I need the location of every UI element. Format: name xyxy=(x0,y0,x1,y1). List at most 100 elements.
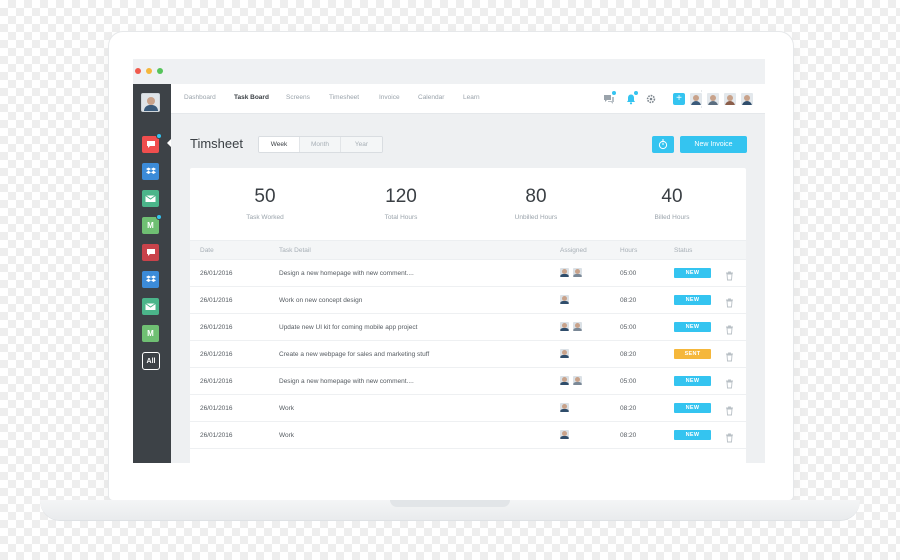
assignee-avatar[interactable] xyxy=(560,268,569,277)
column-header-task-detail: Task Detail xyxy=(279,247,311,254)
minimize-window-button[interactable] xyxy=(146,68,152,74)
trash-icon[interactable] xyxy=(725,322,734,335)
table-row[interactable]: 26/01/2016 Design a new homepage with new… xyxy=(190,260,746,287)
tab-week[interactable]: Week xyxy=(259,137,300,152)
table-row[interactable]: 26/01/2016 Design a new homepage with new… xyxy=(190,368,746,395)
row-date: 26/01/2016 xyxy=(200,270,233,277)
trash-icon[interactable] xyxy=(725,376,734,389)
gmail-app-icon[interactable] xyxy=(142,298,159,315)
trash-icon-graphic xyxy=(726,433,733,443)
trash-icon-graphic xyxy=(726,352,733,362)
chat-glyph xyxy=(146,141,155,148)
dropbox-glyph xyxy=(145,167,156,174)
assignee-avatar[interactable] xyxy=(560,376,569,385)
row-task-detail: Update new UI kit for coming mobile app … xyxy=(279,324,418,331)
trash-icon[interactable] xyxy=(725,403,734,416)
row-date: 26/01/2016 xyxy=(200,432,233,439)
all-apps-button[interactable]: All xyxy=(142,352,160,370)
avatar-shirt xyxy=(573,382,582,385)
user-avatar[interactable] xyxy=(141,93,160,112)
team-avatar[interactable] xyxy=(723,92,737,106)
assignee-avatar[interactable] xyxy=(560,430,569,439)
gear-icon[interactable] xyxy=(645,92,657,104)
row-assignees xyxy=(560,403,573,412)
nav-item-dashboard[interactable]: Dashboard xyxy=(184,94,216,101)
table-row[interactable]: 26/01/2016 Update new UI kit for coming m… xyxy=(190,314,746,341)
avatar-shirt xyxy=(560,436,569,439)
team-avatar[interactable] xyxy=(740,92,754,106)
app-sidebar: M M All xyxy=(133,84,171,463)
row-hours: 08:20 xyxy=(620,432,637,439)
assignee-avatar[interactable] xyxy=(560,295,569,304)
assignee-avatar[interactable] xyxy=(560,403,569,412)
nav-item-screens[interactable]: Screens xyxy=(286,94,310,101)
avatar-shirt xyxy=(560,274,569,277)
trash-icon[interactable] xyxy=(725,349,734,362)
chat-app-icon[interactable] xyxy=(142,133,162,153)
nav-item-invoice[interactable]: Invoice xyxy=(379,94,400,101)
row-task-detail: Design a new homepage with new comment..… xyxy=(279,378,414,385)
row-task-detail: Design a new homepage with new comment..… xyxy=(279,270,414,277)
avatar-shirt xyxy=(560,355,569,358)
dropbox-app-icon[interactable] xyxy=(142,271,159,288)
table-row[interactable]: 26/01/2016 Work 08:20 NEW xyxy=(190,395,746,422)
trash-icon[interactable] xyxy=(725,268,734,281)
stat-value: 50 xyxy=(254,186,276,207)
nav-item-learn[interactable]: Learn xyxy=(463,94,480,101)
table-row[interactable]: 26/01/2016 Work 08:20 NEW xyxy=(190,422,746,449)
assignee-avatar[interactable] xyxy=(573,268,582,277)
nav-item-task-board[interactable]: Task Board xyxy=(234,94,269,101)
m-app-icon[interactable]: M xyxy=(142,214,162,234)
status-badge[interactable]: NEW xyxy=(674,430,711,440)
trash-icon-graphic xyxy=(726,271,733,281)
status-badge[interactable]: NEW xyxy=(674,268,711,278)
status-badge[interactable]: NEW xyxy=(674,403,711,413)
row-assignees xyxy=(560,295,573,304)
chat-app-icon[interactable] xyxy=(142,244,159,261)
assignee-avatar[interactable] xyxy=(573,376,582,385)
row-task-detail: Work on new concept design xyxy=(279,297,363,304)
assignee-avatar[interactable] xyxy=(560,322,569,331)
add-member-button[interactable]: + xyxy=(673,93,685,105)
table-header: Date Task Detail Assigned Hours Status xyxy=(190,240,746,260)
trash-icon-graphic xyxy=(726,406,733,416)
trash-icon[interactable] xyxy=(725,430,734,443)
tab-month[interactable]: Month xyxy=(300,137,341,152)
team-avatar[interactable] xyxy=(689,92,703,106)
avatar-shirt xyxy=(560,409,569,412)
avatar-shirt xyxy=(708,101,718,105)
row-task-detail: Work xyxy=(279,405,295,412)
assignee-avatar[interactable] xyxy=(560,349,569,358)
maximize-window-button[interactable] xyxy=(157,68,163,74)
mail-glyph xyxy=(145,195,156,202)
table-row[interactable]: 26/01/2016 Create a new webpage for sales… xyxy=(190,341,746,368)
status-badge[interactable]: NEW xyxy=(674,376,711,386)
close-window-button[interactable] xyxy=(135,68,141,74)
dropbox-glyph xyxy=(145,275,156,282)
row-task-detail: Create a new webpage for sales and marke… xyxy=(279,351,430,358)
trash-icon[interactable] xyxy=(725,295,734,308)
trash-icon-graphic xyxy=(726,325,733,335)
messages-icon[interactable] xyxy=(603,91,616,104)
team-avatar[interactable] xyxy=(706,92,720,106)
column-header-assigned: Assigned xyxy=(560,247,587,254)
nav-item-timesheet[interactable]: Timesheet xyxy=(329,94,359,101)
table-row[interactable]: 26/01/2016 Work on new concept design 08:2… xyxy=(190,287,746,314)
new-invoice-button[interactable]: New Invoice xyxy=(680,136,747,153)
tab-year[interactable]: Year xyxy=(341,137,382,152)
m-app-icon[interactable]: M xyxy=(142,325,159,342)
gmail-app-icon[interactable] xyxy=(142,190,159,207)
stat-billed-hours: 40 Billed Hours xyxy=(617,186,727,221)
status-badge[interactable]: NEW xyxy=(674,322,711,332)
column-header-hours: Hours xyxy=(620,247,638,254)
app-icon-label: M xyxy=(147,221,154,230)
bell-icon[interactable] xyxy=(625,91,638,105)
status-badge[interactable]: SENT xyxy=(674,349,711,359)
status-badge[interactable]: NEW xyxy=(674,295,711,305)
nav-item-calendar[interactable]: Calendar xyxy=(418,94,444,101)
assignee-avatar[interactable] xyxy=(573,322,582,331)
row-hours: 08:20 xyxy=(620,351,637,358)
timesheet-card: 50 Task Worked 120 Total Hours 80 Unbill… xyxy=(190,168,746,463)
dropbox-app-icon[interactable] xyxy=(142,163,159,180)
timer-button[interactable] xyxy=(652,136,674,153)
